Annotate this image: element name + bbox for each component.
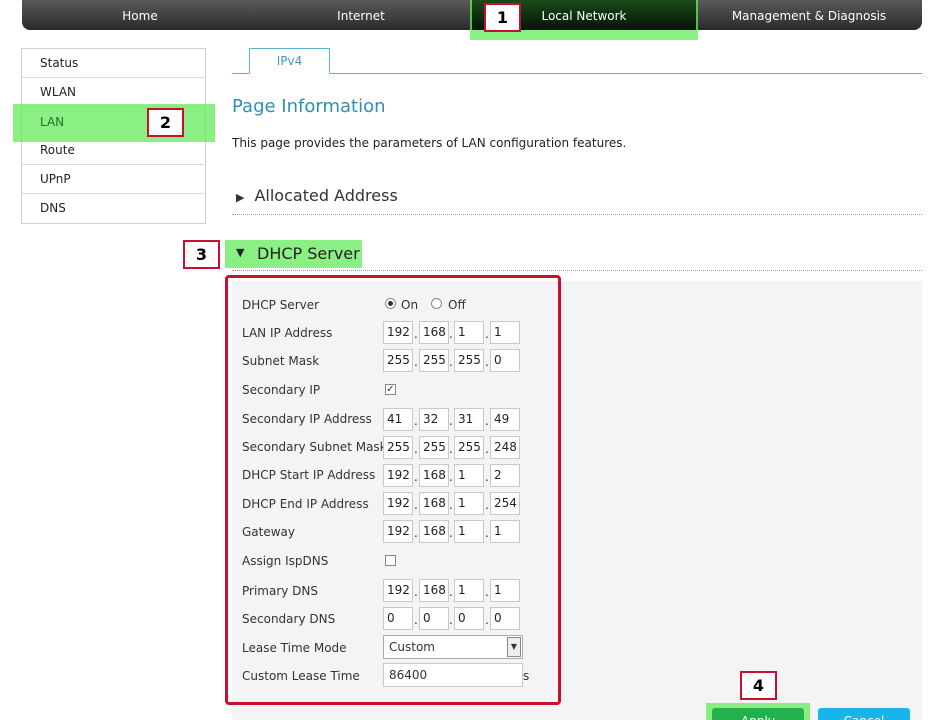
page-description: This page provides the parameters of LAN…: [232, 136, 627, 150]
top-nav-bar: Home Internet Local Network Management &…: [22, 0, 922, 40]
sidebar-item-wlan[interactable]: WLAN: [22, 78, 205, 107]
sidebar-item-upnp[interactable]: UPnP: [22, 165, 205, 194]
section-dhcp-label: DHCP Server: [257, 244, 360, 263]
nav-home[interactable]: Home: [22, 0, 258, 30]
apply-button[interactable]: Apply: [712, 708, 804, 720]
sidebar-item-dns[interactable]: DNS: [22, 194, 205, 223]
section-allocated-address[interactable]: ▶ Allocated Address: [236, 186, 398, 205]
section-dhcp-server[interactable]: ▼ DHCP Server: [225, 240, 362, 268]
sidebar-item-lan[interactable]: LAN: [13, 104, 215, 142]
tab-ipv4[interactable]: IPv4: [249, 48, 330, 74]
sidebar-item-status[interactable]: Status: [22, 49, 205, 78]
callout-2: 2: [147, 108, 184, 137]
callout-3: 3: [183, 240, 220, 269]
divider: [232, 270, 922, 271]
divider: [232, 214, 922, 215]
triangle-down-icon: ▼: [236, 246, 245, 259]
section-allocated-label: Allocated Address: [254, 186, 398, 205]
sidebar-item-lan-label: LAN: [40, 115, 65, 129]
cancel-button[interactable]: Cancel: [818, 708, 910, 720]
nav-management-diagnosis[interactable]: Management & Diagnosis: [696, 0, 922, 30]
page-title: Page Information: [232, 96, 386, 117]
triangle-right-icon: ▶: [236, 191, 245, 204]
callout-4: 4: [740, 671, 777, 700]
callout-1: 1: [484, 3, 521, 32]
nav-internet[interactable]: Internet: [258, 0, 464, 30]
form-highlight-frame: [225, 275, 561, 705]
tab-underline: [232, 73, 922, 74]
